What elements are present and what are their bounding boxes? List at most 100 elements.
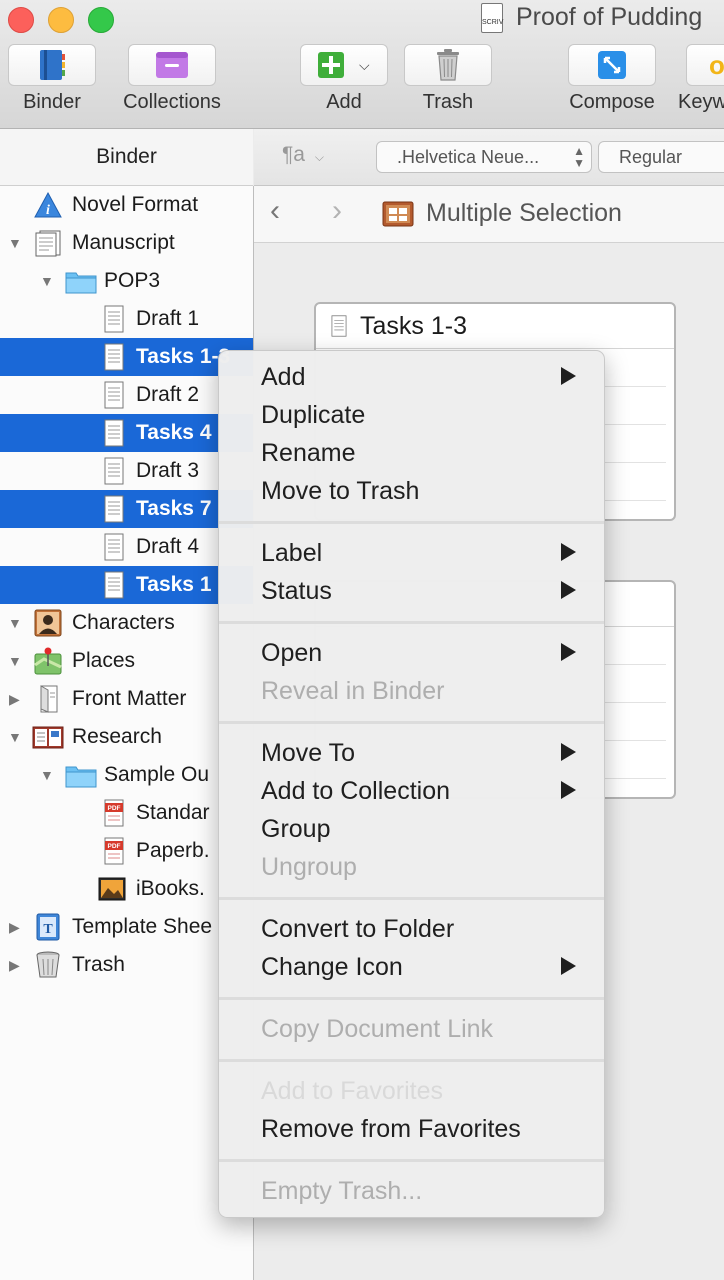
binder-item-paperback-pdf[interactable]: PDF Paperb. bbox=[0, 832, 253, 870]
collections-toolbar-button[interactable] bbox=[128, 44, 216, 86]
submenu-arrow-icon bbox=[561, 581, 576, 599]
menu-item-remove-from-favorites[interactable]: Remove from Favorites bbox=[219, 1110, 604, 1148]
binder-item-label: Draft 4 bbox=[136, 535, 200, 558]
menu-item-label: Add bbox=[261, 362, 306, 391]
menu-item-change-icon[interactable]: Change Icon bbox=[219, 948, 604, 986]
document-icon bbox=[104, 381, 124, 409]
binder-item-label: Tasks 7 bbox=[136, 497, 212, 520]
submenu-arrow-icon bbox=[561, 743, 576, 761]
submenu-arrow-icon bbox=[561, 543, 576, 561]
binder-item-novel-format[interactable]: i Novel Format bbox=[0, 186, 253, 224]
forward-arrow-icon[interactable]: › bbox=[332, 194, 342, 228]
menu-item-label-submenu[interactable]: Label bbox=[219, 534, 604, 572]
binder-item-template-sheets[interactable]: ▶ T Template Shee bbox=[0, 908, 253, 946]
menu-item-rename[interactable]: Rename bbox=[219, 434, 604, 472]
menu-item-group[interactable]: Group bbox=[219, 810, 604, 848]
binder-item-pop3[interactable]: ▼ POP3 bbox=[0, 262, 253, 300]
trash-icon bbox=[437, 49, 459, 81]
submenu-arrow-icon bbox=[561, 781, 576, 799]
binder-item-characters[interactable]: ▼ Characters bbox=[0, 604, 253, 642]
menu-item-add-to-collection[interactable]: Add to Collection bbox=[219, 772, 604, 810]
add-toolbar-button[interactable]: ⌵ bbox=[300, 44, 388, 86]
disclosure-triangle-expanded-icon[interactable]: ▼ bbox=[8, 235, 22, 251]
menu-item-label: Ungroup bbox=[261, 852, 357, 881]
binder-item-ibooks-image[interactable]: iBooks. bbox=[0, 870, 253, 908]
menu-item-label: Convert to Folder bbox=[261, 914, 455, 943]
binder-item-sample-outline[interactable]: ▼ Sample Ou bbox=[0, 756, 253, 794]
zoom-window-button[interactable] bbox=[88, 7, 114, 33]
menu-item-label: Remove from Favorites bbox=[261, 1114, 521, 1143]
back-arrow-icon[interactable]: ‹ bbox=[270, 194, 280, 228]
menu-item-label: Rename bbox=[261, 438, 356, 467]
svg-text:PDF: PDF bbox=[108, 843, 121, 850]
font-family-select[interactable]: .Helvetica Neue... ▲ ▼ bbox=[376, 141, 592, 173]
template-icon: T bbox=[36, 913, 60, 941]
disclosure-triangle-collapsed-icon[interactable]: ▶ bbox=[9, 691, 20, 708]
index-card-title: Tasks 1-3 bbox=[316, 304, 674, 349]
trash-toolbar-button[interactable] bbox=[404, 44, 492, 86]
close-window-button[interactable] bbox=[8, 7, 34, 33]
binder-item-tasks-1-3[interactable]: Tasks 1-3 bbox=[0, 338, 253, 376]
disclosure-triangle-collapsed-icon[interactable]: ▶ bbox=[9, 919, 20, 936]
submenu-arrow-icon bbox=[561, 643, 576, 661]
minimize-window-button[interactable] bbox=[48, 7, 74, 33]
binder-item-tasks-4[interactable]: Tasks 4 bbox=[0, 414, 253, 452]
keywords-toolbar-button[interactable]: o bbox=[686, 44, 724, 86]
svg-text:i: i bbox=[46, 203, 50, 218]
menu-item-convert-to-folder[interactable]: Convert to Folder bbox=[219, 910, 604, 948]
collections-icon bbox=[156, 52, 188, 78]
menu-item-add[interactable]: Add bbox=[219, 358, 604, 396]
window-toolbar: SCRIV Proof of Pudding Binder Collection… bbox=[0, 0, 724, 129]
menu-item-open[interactable]: Open bbox=[219, 634, 604, 672]
disclosure-triangle-expanded-icon[interactable]: ▼ bbox=[8, 615, 22, 631]
menu-item-label: Duplicate bbox=[261, 400, 366, 429]
document-icon bbox=[104, 571, 124, 599]
disclosure-triangle-expanded-icon[interactable]: ▼ bbox=[40, 273, 54, 289]
document-icon bbox=[104, 305, 124, 333]
document-icon bbox=[104, 343, 124, 371]
binder-item-label: Template Shee bbox=[72, 915, 213, 938]
stepper-updown-icon: ▲ ▼ bbox=[573, 144, 585, 170]
submenu-arrow-icon bbox=[561, 957, 576, 975]
places-icon bbox=[34, 647, 62, 675]
menu-item-label: Status bbox=[261, 576, 332, 605]
disclosure-triangle-expanded-icon[interactable]: ▼ bbox=[8, 653, 22, 669]
binder-item-label: Research bbox=[72, 725, 162, 748]
binder-item-manuscript[interactable]: ▼ Manuscript bbox=[0, 224, 253, 262]
image-icon bbox=[98, 877, 126, 901]
submenu-arrow-icon bbox=[561, 367, 576, 385]
menu-item-move-to-trash[interactable]: Move to Trash bbox=[219, 472, 604, 510]
info-icon: i bbox=[34, 191, 62, 218]
binder-item-trash[interactable]: ▶ Trash bbox=[0, 946, 253, 984]
binder-sidebar: i Novel Format ▼ Manuscript ▼ POP3 Draft… bbox=[0, 186, 254, 1280]
binder-item-tasks-7[interactable]: Tasks 7 bbox=[0, 490, 253, 528]
folder-icon bbox=[65, 766, 97, 788]
menu-item-duplicate[interactable]: Duplicate bbox=[219, 396, 604, 434]
binder-item-standard-pdf[interactable]: PDF Standar bbox=[0, 794, 253, 832]
menu-item-status[interactable]: Status bbox=[219, 572, 604, 610]
disclosure-triangle-expanded-icon[interactable]: ▼ bbox=[40, 767, 54, 783]
binder-toolbar-button[interactable] bbox=[8, 44, 96, 86]
binder-item-draft-1[interactable]: Draft 1 bbox=[0, 300, 253, 338]
menu-separator bbox=[219, 897, 604, 900]
svg-text:T: T bbox=[43, 922, 53, 937]
disclosure-triangle-expanded-icon[interactable]: ▼ bbox=[8, 729, 22, 745]
menu-item-move-to[interactable]: Move To bbox=[219, 734, 604, 772]
binder-item-tasks-10[interactable]: Tasks 1 bbox=[0, 566, 253, 604]
binder-item-front-matter[interactable]: ▶ Front Matter bbox=[0, 680, 253, 718]
keywords-toolbar-label: Keyw bbox=[678, 91, 724, 113]
binder-item-research[interactable]: ▼ Research bbox=[0, 718, 253, 756]
binder-item-draft-3[interactable]: Draft 3 bbox=[0, 452, 253, 490]
disclosure-triangle-collapsed-icon[interactable]: ▶ bbox=[9, 957, 20, 974]
compose-toolbar-button[interactable] bbox=[568, 44, 656, 86]
binder-item-places[interactable]: ▼ Places bbox=[0, 642, 253, 680]
binder-item-draft-4[interactable]: Draft 4 bbox=[0, 528, 253, 566]
menu-item-label: Add to Favorites bbox=[261, 1076, 444, 1105]
pdf-icon: PDF bbox=[104, 799, 124, 827]
binder-item-draft-2[interactable]: Draft 2 bbox=[0, 376, 253, 414]
trash-toolbar-label: Trash bbox=[422, 91, 474, 113]
paragraph-style-button[interactable]: ¶a ⌵ bbox=[282, 143, 324, 167]
folder-icon bbox=[65, 272, 97, 294]
font-style-select[interactable]: Regular bbox=[598, 141, 724, 173]
binder-item-label: Draft 1 bbox=[136, 307, 200, 330]
